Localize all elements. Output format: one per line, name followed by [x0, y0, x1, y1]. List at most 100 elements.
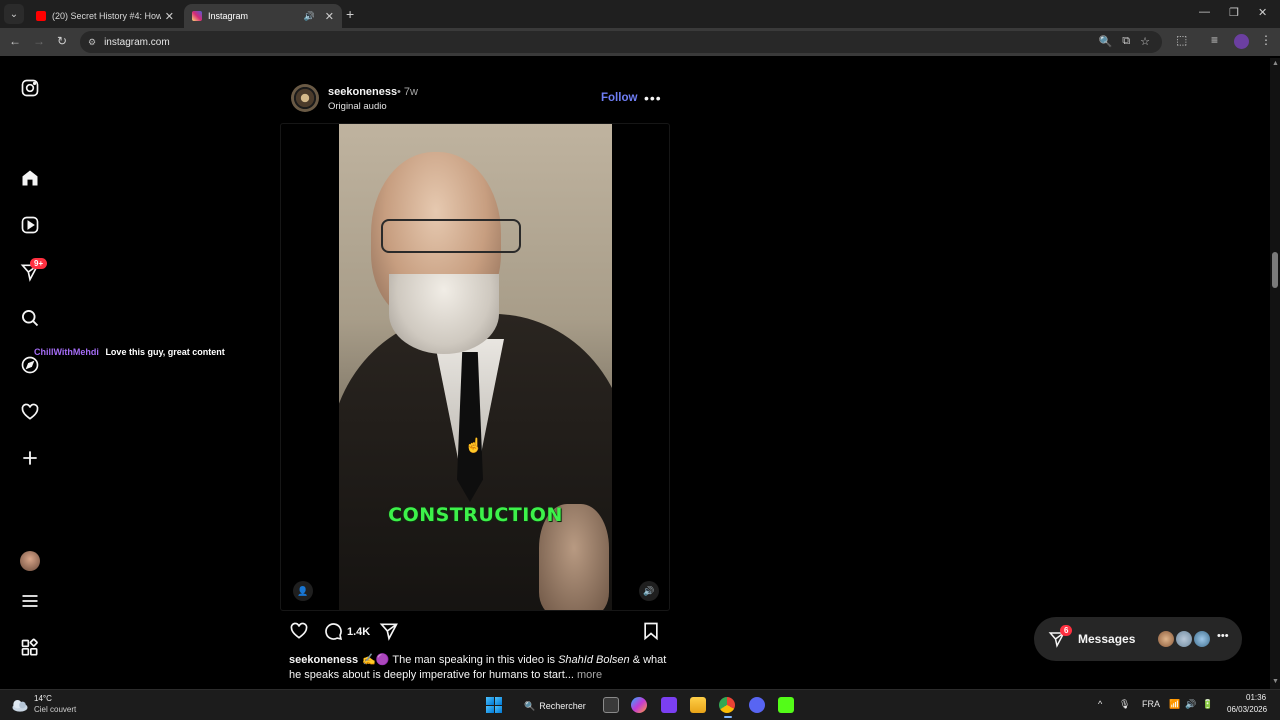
page-scrollbar[interactable] [1270, 58, 1280, 689]
caption-more-link[interactable]: more [574, 669, 602, 681]
restore-icon[interactable]: ❐ [1229, 6, 1239, 19]
also-from-meta-icon[interactable] [19, 637, 41, 659]
post-author-avatar[interactable] [291, 84, 319, 112]
reels-icon[interactable] [19, 214, 41, 236]
address-bar[interactable]: ⚙ instagram.com 🔍 ⧉ ☆ [80, 31, 1162, 53]
language-indicator[interactable]: FRA [1142, 699, 1160, 709]
weather-description: Ciel couvert [34, 705, 77, 714]
bookmark-star-icon[interactable]: ☆ [1140, 35, 1150, 48]
browser-tab-strip: ⌄ (20) Secret History #4: How Evil ✕ Ins… [0, 0, 1280, 28]
windows-taskbar: 14°C Ciel couvert 🔍 Rechercher ^ 🎙 FRA 📶… [0, 689, 1280, 720]
cloud-weather-icon[interactable] [10, 695, 30, 715]
audio-toggle-icon[interactable]: 🔊 [639, 581, 659, 601]
clock-time[interactable]: 01:36 [1246, 693, 1266, 702]
post-username[interactable]: seekoneness [328, 86, 397, 98]
video-caption-word: CONSTRUCTION [388, 504, 563, 526]
youtube-favicon-icon [36, 11, 46, 21]
instagram-favicon-icon [192, 11, 202, 21]
messages-button[interactable]: 6 Messages ••• [1034, 617, 1242, 661]
overlay-chat-comment: ChillWithMehdi Love this guy, great cont… [34, 347, 225, 357]
tab-title: (20) Secret History #4: How Evil [52, 11, 161, 21]
tab-instagram[interactable]: Instagram 🔊 ✕ [184, 4, 342, 28]
scroll-up-icon[interactable]: ▲ [1272, 60, 1279, 67]
explore-icon[interactable] [19, 354, 41, 376]
task-view-icon[interactable] [603, 697, 619, 713]
install-app-icon[interactable]: ⧉ [1122, 35, 1130, 48]
home-icon[interactable] [19, 167, 41, 189]
reload-icon[interactable]: ↻ [57, 34, 67, 48]
post-actions: 1.4K [289, 621, 661, 643]
search-icon[interactable] [19, 307, 41, 329]
create-plus-icon[interactable] [19, 447, 41, 469]
forward-icon[interactable]: → [33, 34, 45, 48]
notifications-heart-icon[interactable] [19, 401, 41, 423]
taskbar-search[interactable]: 🔍 Rechercher [516, 695, 586, 717]
tagged-people-icon[interactable]: 👤 [293, 581, 313, 601]
weather-temperature: 14°C [34, 694, 52, 703]
post-options-icon[interactable]: ••• [644, 90, 662, 106]
speaker-icon[interactable]: 🔊 [304, 11, 315, 22]
post-audio-label[interactable]: Original audio [328, 101, 387, 112]
chrome-icon[interactable] [719, 697, 735, 713]
site-info-icon[interactable]: ⚙ [88, 37, 96, 48]
notification-badge: 9+ [30, 258, 48, 269]
wifi-icon[interactable]: 📶 [1169, 699, 1180, 710]
scrollbar-thumb[interactable] [1272, 252, 1278, 288]
url-text: instagram.com [104, 36, 170, 48]
post-time: • 7w [397, 86, 418, 98]
instagram-logo-icon[interactable] [19, 77, 41, 99]
video-beard-shape [389, 274, 499, 354]
kick-icon[interactable] [778, 697, 794, 713]
mouse-cursor-icon: ☝ [465, 437, 483, 453]
minimize-icon[interactable]: — [1199, 6, 1210, 18]
message-avatar [1192, 629, 1212, 649]
instagram-sidebar [0, 56, 60, 689]
comment-count: 1.4K [347, 626, 371, 638]
caption-name: ShahId Bolsen [558, 654, 630, 666]
back-icon[interactable]: ← [9, 34, 21, 48]
comment-username: ChillWithMehdi [34, 347, 99, 357]
discord-icon[interactable] [749, 697, 765, 713]
follow-button[interactable]: Follow [601, 92, 637, 104]
tab-youtube[interactable]: (20) Secret History #4: How Evil ✕ [28, 4, 182, 28]
like-heart-icon[interactable] [289, 621, 309, 641]
share-icon[interactable] [379, 621, 399, 641]
extensions-icon[interactable]: ⬚ [1176, 33, 1187, 47]
clock-date[interactable]: 06/03/2026 [1227, 705, 1267, 714]
file-explorer-icon[interactable] [690, 697, 706, 713]
browser-menu-icon[interactable]: ⋮ [1260, 33, 1272, 47]
profile-avatar[interactable] [1234, 34, 1249, 49]
microphone-icon[interactable]: 🎙 [1119, 699, 1130, 710]
more-menu-icon[interactable] [19, 590, 41, 612]
volume-icon[interactable]: 🔊 [1185, 699, 1196, 710]
search-icon: 🔍 [524, 700, 536, 711]
message-avatar [1174, 629, 1194, 649]
tab-search-button[interactable]: ⌄ [4, 4, 24, 24]
scroll-down-icon[interactable]: ▼ [1272, 678, 1279, 685]
video-glasses-shape [381, 219, 521, 253]
copilot-icon[interactable] [631, 697, 647, 713]
windows-start-icon[interactable] [486, 697, 502, 713]
taskbar-search-label: Rechercher [539, 701, 586, 711]
close-tab-icon[interactable]: ✕ [325, 10, 334, 23]
media-control-icon[interactable]: ≡ [1211, 33, 1218, 47]
close-tab-icon[interactable]: ✕ [165, 10, 174, 23]
messages-label: Messages [1078, 632, 1136, 646]
tray-overflow-icon[interactable]: ^ [1098, 699, 1102, 709]
zoom-icon[interactable]: 🔍 [1099, 35, 1113, 48]
post-caption: seekoneness ✍️🟣 The man speaking in this … [289, 653, 669, 683]
close-window-icon[interactable]: ✕ [1258, 6, 1267, 19]
message-avatar [1156, 629, 1176, 649]
messages-badge: 6 [1060, 625, 1073, 636]
battery-icon[interactable]: 🔋 [1202, 699, 1213, 710]
video-frame: CONSTRUCTION [339, 124, 612, 610]
new-tab-button[interactable]: + [346, 6, 354, 22]
save-bookmark-icon[interactable] [641, 621, 661, 641]
caption-username[interactable]: seekoneness [289, 654, 358, 666]
post-video[interactable]: CONSTRUCTION 👤 🔊 [280, 123, 670, 611]
profile-avatar-sidebar[interactable] [20, 551, 40, 571]
caption-text-before: The man speaking in this video is [392, 654, 559, 666]
app-icon[interactable] [661, 697, 677, 713]
comment-icon[interactable] [323, 621, 343, 641]
caption-emojis: ✍️🟣 [362, 654, 390, 666]
